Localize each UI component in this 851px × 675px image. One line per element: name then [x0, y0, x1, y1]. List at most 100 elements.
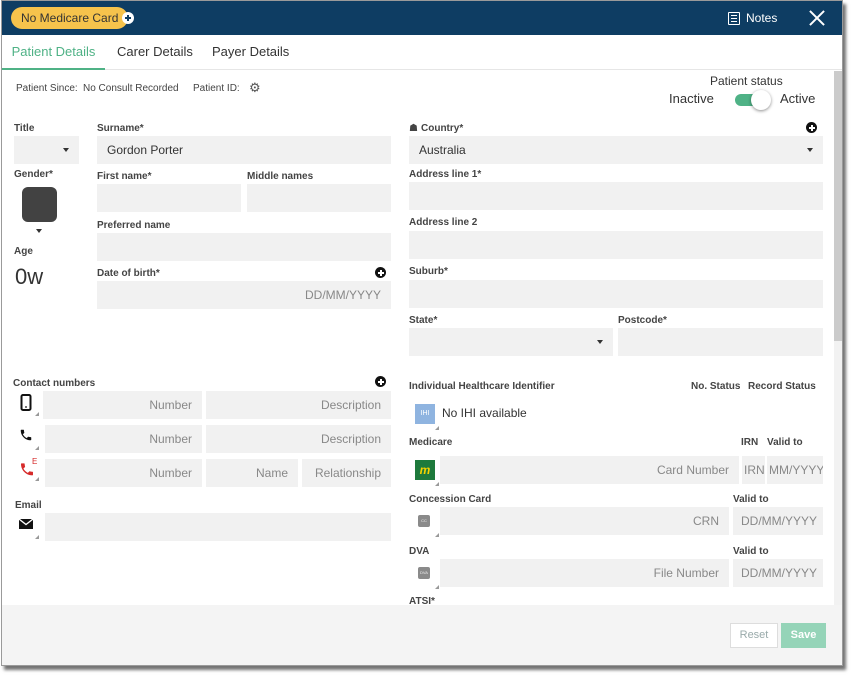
country-select[interactable]: Australia [409, 136, 823, 164]
dva-valid-to-label: Valid to [733, 546, 769, 557]
middle-names-label: Middle names [247, 171, 314, 182]
emergency-relationship-input[interactable]: Relationship [302, 459, 391, 487]
medicare-card-number-input[interactable]: Card Number [440, 456, 739, 484]
mobile-description-input[interactable]: Description [206, 391, 391, 419]
ihi-icon[interactable]: IHI [415, 404, 435, 424]
concession-card-icon[interactable]: CC [418, 515, 430, 527]
title-label: Title [14, 123, 35, 134]
notes-icon [728, 11, 740, 25]
preferred-name-label: Preferred name [97, 220, 171, 231]
dob-label: Date of birth* [97, 268, 160, 279]
chevron-down-icon [63, 148, 69, 152]
gender-label: Gender* [14, 169, 53, 180]
first-name-label: First name* [97, 171, 152, 182]
add-alert-icon[interactable] [122, 12, 134, 24]
irn-label: IRN [741, 437, 759, 448]
dva-valid-to-input[interactable]: DD/MM/YYYY [733, 559, 823, 587]
email-icon[interactable] [18, 517, 39, 539]
chevron-down-icon [597, 340, 603, 344]
concession-valid-to-input[interactable]: DD/MM/YYYY [733, 507, 823, 535]
form-content: Patient Since: No Consult Recorded Patie… [2, 71, 842, 605]
age-label: Age [14, 246, 33, 257]
gender-selector[interactable] [22, 187, 57, 222]
no-medicare-card-badge[interactable]: No Medicare Card [11, 7, 129, 29]
mobile-phone-icon[interactable] [19, 394, 39, 416]
suburb-input[interactable] [409, 280, 823, 308]
phone-description-input[interactable]: Description [206, 425, 391, 453]
dva-file-number-input[interactable]: File Number [440, 559, 729, 587]
patient-since-value: No Consult Recorded [83, 83, 179, 94]
chevron-down-icon [807, 148, 813, 152]
tab-carer-details[interactable]: Carer Details [117, 35, 193, 70]
emergency-badge: E [32, 457, 38, 466]
inactive-label: Inactive [669, 91, 714, 106]
ihi-value: No IHI available [442, 406, 527, 420]
postcode-label: Postcode* [618, 315, 667, 326]
address-line-2-label: Address line 2 [409, 217, 478, 228]
toggle-knob[interactable] [751, 90, 771, 110]
gear-icon[interactable]: ⚙ [249, 81, 261, 94]
medicare-label: Medicare [409, 437, 453, 448]
scrollbar-thumb[interactable] [834, 71, 842, 341]
tab-payer-details[interactable]: Payer Details [212, 35, 289, 70]
active-label: Active [780, 91, 816, 106]
concession-valid-to-label: Valid to [733, 494, 769, 505]
save-button[interactable]: Save [781, 623, 826, 648]
medicare-valid-to-input[interactable]: MM/YYYY [767, 456, 823, 484]
dva-label: DVA [409, 546, 430, 557]
surname-label: Surname* [97, 123, 144, 134]
concession-crn-input[interactable]: CRN [440, 507, 729, 535]
gender-dropdown-icon[interactable] [36, 229, 42, 233]
tab-bar: Patient Details Carer Details Payer Deta… [2, 35, 842, 70]
address-line-2-input[interactable] [409, 231, 823, 259]
patient-details-dialog: No Medicare Card Notes Patient Details C… [1, 0, 843, 666]
title-select[interactable] [14, 136, 79, 164]
patient-since-label: Patient Since: [16, 83, 78, 94]
age-value: 0w [15, 264, 44, 289]
tab-patient-details[interactable]: Patient Details [2, 35, 105, 70]
notes-button[interactable]: Notes [728, 9, 777, 27]
suburb-label: Suburb* [409, 266, 448, 277]
concession-card-label: Concession Card [409, 494, 492, 505]
middle-names-input[interactable] [247, 184, 391, 212]
state-select[interactable] [409, 328, 613, 356]
emergency-number-input[interactable]: Number [45, 459, 202, 487]
address-line-1-label: Address line 1* [409, 169, 482, 180]
patient-status-title: Patient status [710, 74, 783, 88]
add-dob-icon[interactable] [375, 267, 386, 278]
contact-numbers-label: Contact numbers [13, 378, 96, 389]
record-status-label: Record Status [748, 381, 816, 392]
title-bar: No Medicare Card Notes [2, 1, 842, 35]
dialog-footer [2, 605, 842, 665]
atsi-label: ATSI* [409, 596, 435, 605]
home-icon: ☗ [409, 123, 418, 134]
emergency-name-input[interactable]: Name [206, 459, 298, 487]
state-label: State* [409, 315, 438, 326]
preferred-name-input[interactable] [97, 233, 391, 261]
medicare-valid-to-label: Valid to [767, 437, 803, 448]
postcode-input[interactable] [618, 328, 823, 356]
country-label: Country* [421, 123, 464, 134]
phone-number-input[interactable]: Number [45, 425, 202, 453]
add-contact-icon[interactable] [375, 376, 386, 387]
ihi-label: Individual Healthcare Identifier [409, 381, 555, 392]
patient-id-label: Patient ID: [193, 83, 240, 94]
notes-label: Notes [746, 11, 778, 25]
dva-card-icon[interactable]: DVA [418, 567, 430, 579]
scrollbar-track[interactable] [834, 71, 842, 605]
no-status-label: No. Status [691, 381, 741, 392]
emergency-phone-icon[interactable]: E [19, 457, 39, 481]
email-label: Email [15, 500, 42, 511]
add-address-icon[interactable] [806, 122, 817, 133]
surname-input[interactable]: Gordon Porter [97, 136, 391, 164]
medicare-irn-input[interactable]: IRN [742, 456, 765, 484]
address-line-1-input[interactable] [409, 182, 823, 210]
mobile-number-input[interactable]: Number [43, 391, 202, 419]
close-icon[interactable] [808, 9, 826, 27]
dob-input[interactable]: DD/MM/YYYY [97, 281, 391, 309]
phone-icon[interactable] [19, 428, 39, 450]
medicare-icon[interactable]: m [415, 460, 435, 480]
reset-button[interactable]: Reset [730, 623, 778, 648]
first-name-input[interactable] [97, 184, 241, 212]
email-input[interactable] [45, 513, 391, 541]
